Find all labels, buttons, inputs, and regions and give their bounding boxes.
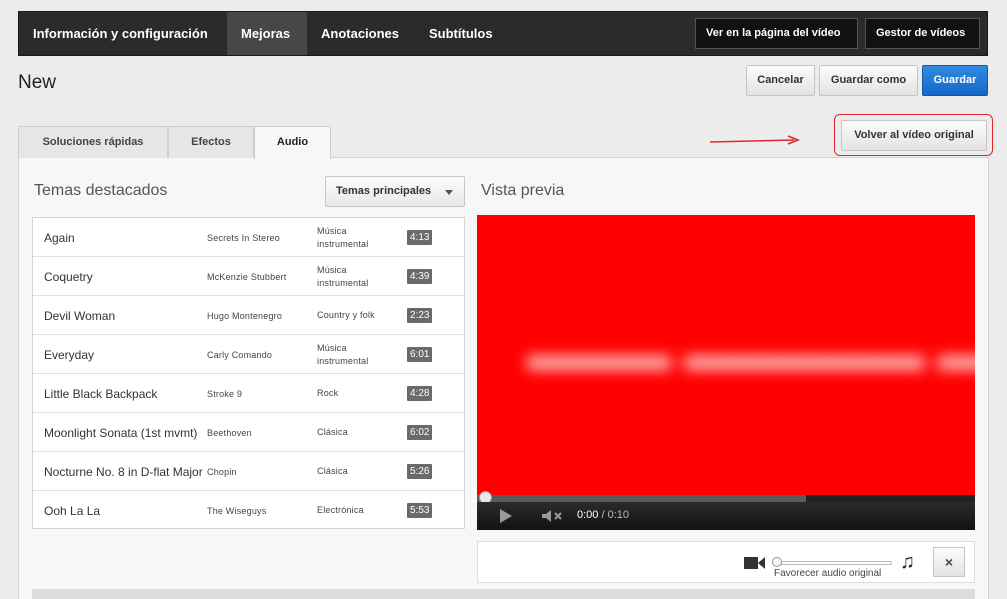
close-audio-button[interactable]: × xyxy=(933,547,965,577)
view-on-video-page-button[interactable]: Ver en la página del vídeo xyxy=(695,18,858,49)
track-name: Little Black Backpack xyxy=(44,386,158,401)
video-camera-icon xyxy=(744,557,765,569)
track-row[interactable]: Again Secrets In Stereo Música instrumen… xyxy=(33,218,464,257)
track-artist: Beethoven xyxy=(207,427,252,438)
tab-enhancements[interactable]: Mejoras xyxy=(227,12,307,55)
track-genre: Música instrumental xyxy=(317,225,369,249)
track-name: Ooh La La xyxy=(44,503,101,518)
track-duration: 5:53 xyxy=(407,503,433,518)
panel-bottom-strip xyxy=(32,589,975,599)
audio-mix-slider[interactable] xyxy=(774,561,892,565)
volume-icon[interactable] xyxy=(541,509,565,523)
track-genre: Música instrumental xyxy=(317,342,369,366)
track-name: Everyday xyxy=(44,347,95,362)
track-name: Coquetry xyxy=(44,269,93,284)
track-name: Moonlight Sonata (1st mvmt) xyxy=(44,425,198,440)
track-row[interactable]: Devil Woman Hugo Montenegro Country y fo… xyxy=(33,296,464,335)
top-tracks-dropdown[interactable]: Temas principales xyxy=(325,176,465,207)
track-row[interactable]: Moonlight Sonata (1st mvmt) Beethoven Cl… xyxy=(33,413,464,452)
tab-annotations[interactable]: Anotaciones xyxy=(307,12,415,55)
video-time: 0:00 / 0:10 xyxy=(577,509,629,521)
track-name: Again xyxy=(44,230,75,245)
tab-effects[interactable]: Efectos xyxy=(168,126,254,158)
video-buffered-bar xyxy=(477,495,806,502)
track-artist: Stroke 9 xyxy=(207,388,243,399)
dropdown-label: Temas principales xyxy=(336,185,432,197)
video-manager-button[interactable]: Gestor de vídeos xyxy=(865,18,980,49)
track-artist: Carly Comando xyxy=(207,349,273,360)
track-row[interactable]: Coquetry McKenzie Stubbert Música instru… xyxy=(33,257,464,296)
audio-mix-label: Favorecer audio original xyxy=(774,568,882,579)
save-button[interactable]: Guardar xyxy=(922,65,988,96)
track-artist: Chopin xyxy=(207,466,237,477)
revert-to-original-button[interactable]: Volver al vídeo original xyxy=(841,120,987,151)
track-artist: McKenzie Stubbert xyxy=(207,271,287,282)
music-note-icon: ♫ xyxy=(900,551,915,573)
video-player[interactable]: ▬▬▬ ▬▬▬▬▬ ▬▬▬▬ 0:00 / 0:10 xyxy=(477,215,975,530)
track-row[interactable]: Little Black Backpack Stroke 9 Rock 4:28 xyxy=(33,374,464,413)
total-time: / 0:10 xyxy=(601,509,630,521)
cancel-button[interactable]: Cancelar xyxy=(746,65,815,96)
track-list: Again Secrets In Stereo Música instrumen… xyxy=(32,217,465,529)
audio-mix-slider-handle[interactable] xyxy=(772,557,782,567)
track-row[interactable]: Everyday Carly Comando Música instrument… xyxy=(33,335,464,374)
track-duration: 5:26 xyxy=(407,464,433,479)
preview-heading: Vista previa xyxy=(481,182,565,199)
video-progress-bar[interactable] xyxy=(477,491,975,504)
current-time: 0:00 xyxy=(577,509,599,521)
track-duration: 6:01 xyxy=(407,347,433,362)
audio-mix-bar: Favorecer audio original ♫ × xyxy=(477,541,975,583)
track-row[interactable]: Nocturne No. 8 in D-flat Major Chopin Cl… xyxy=(33,452,464,491)
track-genre: Música instrumental xyxy=(317,264,369,288)
track-genre: Country y folk xyxy=(317,310,375,320)
play-icon[interactable] xyxy=(499,509,513,523)
track-genre: Clásica xyxy=(317,466,348,476)
tab-captions[interactable]: Subtítulos xyxy=(415,12,509,55)
red-arrow-annotation xyxy=(709,135,801,145)
save-as-button[interactable]: Guardar como xyxy=(819,65,918,96)
featured-tracks-heading: Temas destacados xyxy=(34,182,168,199)
track-duration: 6:02 xyxy=(407,425,433,440)
track-artist: Hugo Montenegro xyxy=(207,310,283,321)
page-title: New xyxy=(18,72,57,93)
track-duration: 4:39 xyxy=(407,269,433,284)
video-screen[interactable]: ▬▬▬ ▬▬▬▬▬ ▬▬▬▬ xyxy=(477,215,975,495)
tab-info-settings[interactable]: Información y configuración xyxy=(19,12,227,55)
track-row[interactable]: Ooh La La The Wiseguys Electrónica 5:53 xyxy=(33,491,464,530)
track-artist: The Wiseguys xyxy=(207,505,267,516)
track-genre: Electrónica xyxy=(317,505,364,515)
track-artist: Secrets In Stereo xyxy=(207,232,280,243)
track-genre: Rock xyxy=(317,388,339,398)
track-duration: 2:23 xyxy=(407,308,433,323)
track-name: Nocturne No. 8 in D-flat Major xyxy=(44,464,203,479)
tab-audio[interactable]: Audio xyxy=(254,126,331,159)
chevron-down-icon xyxy=(445,190,453,195)
track-name: Devil Woman xyxy=(44,308,116,323)
track-duration: 4:13 xyxy=(407,230,433,245)
top-nav: Información y configuración Mejoras Anot… xyxy=(18,11,988,56)
track-duration: 4:28 xyxy=(407,386,433,401)
tab-quick-fixes[interactable]: Soluciones rápidas xyxy=(18,126,168,158)
video-controls: 0:00 / 0:10 xyxy=(477,502,975,530)
blurred-video-content: ▬▬▬ ▬▬▬▬▬ ▬▬▬▬ xyxy=(527,328,975,381)
track-genre: Clásica xyxy=(317,427,348,437)
